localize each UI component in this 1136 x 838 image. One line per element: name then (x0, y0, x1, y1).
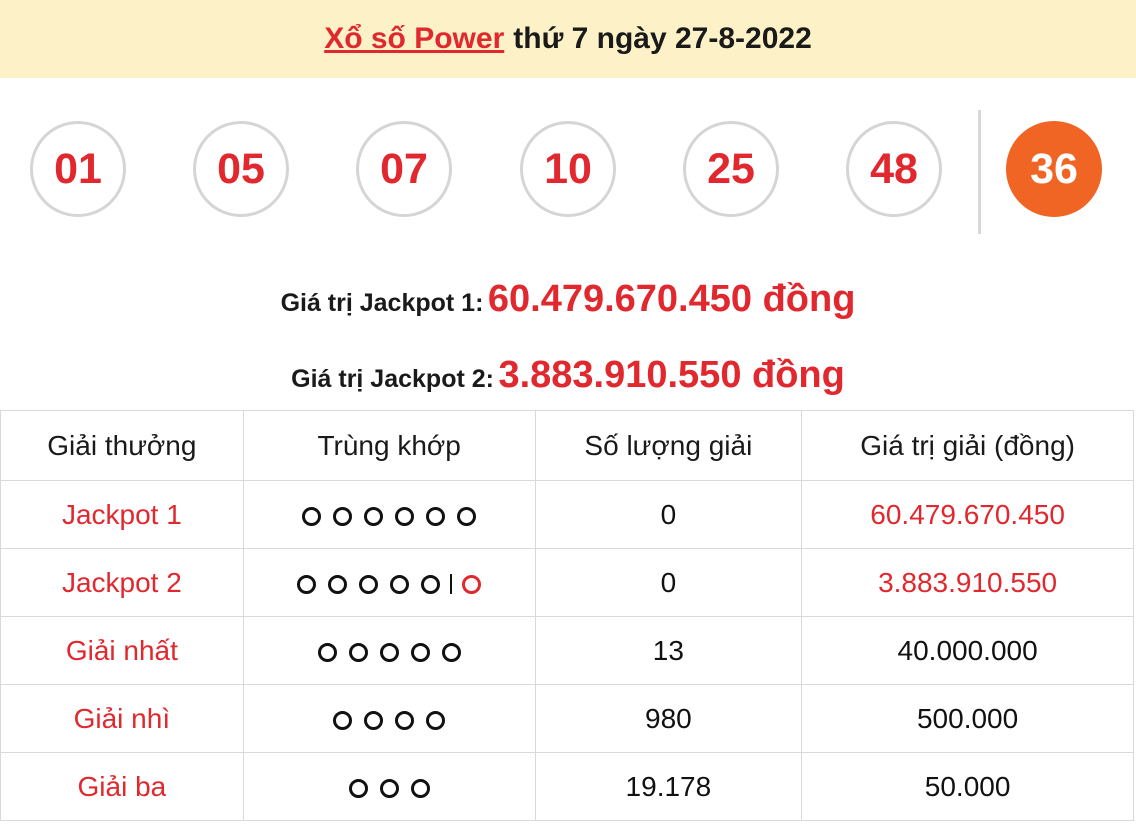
circle-icon (379, 642, 399, 662)
separator-icon (450, 574, 453, 595)
jackpot1-value: 60.479.670.450 đồng (487, 278, 856, 320)
circle-icon (457, 506, 477, 526)
circle-icon (364, 506, 384, 526)
prize-name: Giải ba (0, 752, 244, 821)
circle-icon (317, 642, 337, 662)
match-dots (333, 710, 446, 730)
prize-count: 13 (534, 616, 803, 685)
power-separator (978, 110, 981, 234)
number-ball: 05 (193, 121, 289, 217)
result-header: Xổ số Power thứ 7 ngày 27-8-2022 (0, 0, 1136, 78)
prize-name: Jackpot 2 (0, 548, 244, 617)
table-row: Giải nhất 13 40.000.000 (0, 616, 1134, 685)
header-match: Trùng khớp (242, 410, 536, 481)
jackpot1-label: Giá trị Jackpot 1: (280, 289, 484, 317)
circle-icon (328, 574, 348, 594)
circle-icon (348, 778, 368, 798)
header-prize: Giải thưởng (0, 410, 244, 481)
prize-name: Giải nhì (0, 684, 244, 753)
circle-icon (348, 642, 368, 662)
number-ball: 48 (846, 121, 942, 217)
circle-icon (390, 574, 410, 594)
winning-numbers: 01 05 07 10 25 48 36 (0, 110, 1136, 234)
match-pattern (242, 548, 536, 617)
jackpot2-line: Giá trị Jackpot 2: 3.883.910.550 đồng (0, 354, 1136, 397)
prize-value: 50.000 (801, 752, 1134, 821)
circle-icon (297, 574, 317, 594)
circle-icon (410, 778, 430, 798)
prize-table: Giải thưởng Trùng khớp Số lượng giải Giá… (0, 410, 1134, 821)
prize-value: 500.000 (801, 684, 1134, 753)
circle-icon (395, 506, 415, 526)
prize-count: 0 (534, 480, 803, 549)
circle-icon (333, 710, 353, 730)
circle-icon (441, 642, 461, 662)
circle-icon (359, 574, 379, 594)
prize-count: 19.178 (534, 752, 803, 821)
power-lottery-link[interactable]: Xổ số Power (324, 22, 504, 56)
circle-icon (302, 506, 322, 526)
header-value: Giá trị giải (đồng) (801, 410, 1134, 481)
power-ball: 36 (1006, 121, 1102, 217)
circle-icon (333, 506, 353, 526)
number-ball: 25 (683, 121, 779, 217)
match-pattern (242, 480, 536, 549)
match-dots (317, 642, 461, 662)
circle-icon (395, 710, 415, 730)
prize-value: 60.479.670.450 (801, 480, 1134, 549)
match-dots (297, 574, 482, 595)
match-pattern (242, 616, 536, 685)
table-header-row: Giải thưởng Trùng khớp Số lượng giải Giá… (0, 410, 1134, 481)
number-ball: 07 (356, 121, 452, 217)
draw-date: thứ 7 ngày 27-8-2022 (513, 22, 812, 55)
prize-count: 0 (534, 548, 803, 617)
table-row: Giải ba 19.178 50.000 (0, 752, 1134, 821)
match-pattern (242, 684, 536, 753)
match-pattern (242, 752, 536, 821)
jackpot2-value: 3.883.910.550 đồng (498, 354, 845, 396)
prize-value: 3.883.910.550 (801, 548, 1134, 617)
circle-icon (364, 710, 384, 730)
match-dots (348, 778, 430, 798)
match-dots (302, 506, 477, 526)
power-circle-icon (462, 574, 482, 594)
prize-name: Giải nhất (0, 616, 244, 685)
jackpot2-label: Giá trị Jackpot 2: (291, 365, 494, 393)
prize-value: 40.000.000 (801, 616, 1134, 685)
circle-icon (410, 642, 430, 662)
circle-icon (426, 506, 446, 526)
circle-icon (421, 574, 441, 594)
circle-icon (379, 778, 399, 798)
number-ball: 10 (520, 121, 616, 217)
header-count: Số lượng giải (534, 410, 803, 481)
prize-count: 980 (534, 684, 803, 753)
prize-name: Jackpot 1 (0, 480, 244, 549)
table-row: Jackpot 2 0 3.883.910.550 (0, 548, 1134, 617)
circle-icon (426, 710, 446, 730)
jackpot1-line: Giá trị Jackpot 1: 60.479.670.450 đồng (0, 278, 1136, 321)
table-row: Giải nhì 980 500.000 (0, 684, 1134, 753)
number-ball: 01 (30, 121, 126, 217)
table-row: Jackpot 1 0 60.479.670.450 (0, 480, 1134, 549)
